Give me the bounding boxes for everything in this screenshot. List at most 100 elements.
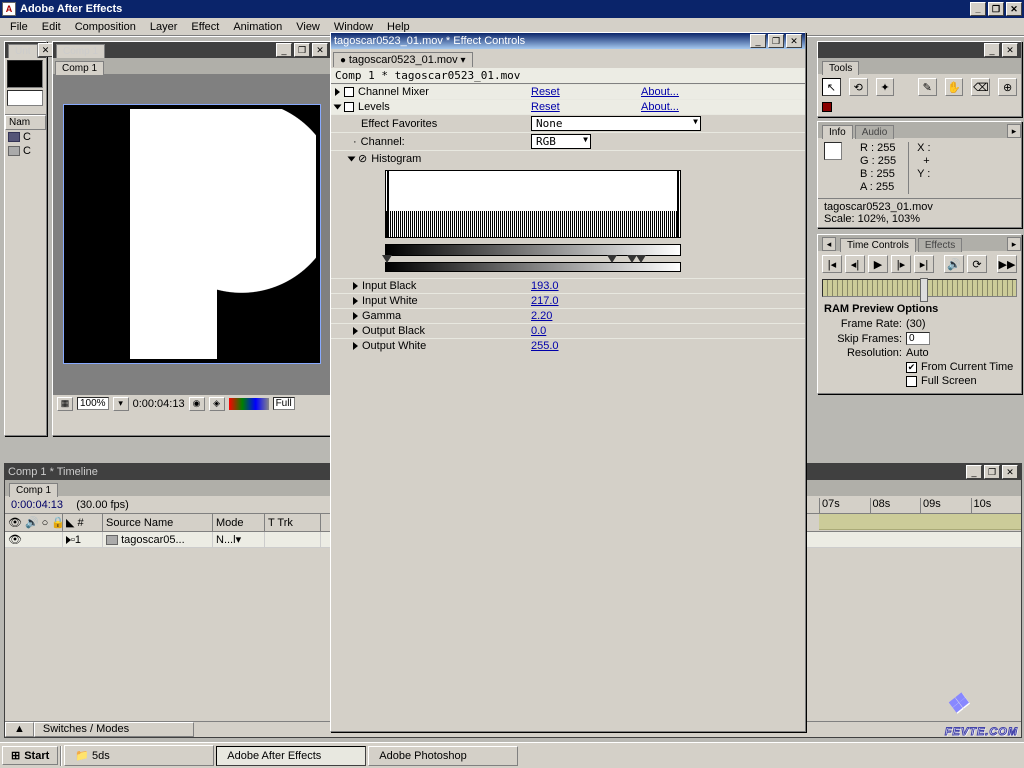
output-gradient[interactable] — [385, 262, 681, 272]
expand-icon[interactable] — [353, 312, 358, 320]
zoom-dropdown[interactable]: 100% — [77, 397, 109, 410]
reset-link[interactable]: Reset — [531, 101, 641, 113]
audio-icon[interactable]: 🔊 — [944, 255, 964, 273]
start-button[interactable]: ⊞Start — [2, 746, 58, 765]
col-trk[interactable]: T Trk — [265, 514, 321, 531]
ram-preview-icon[interactable]: ▶▶ — [997, 255, 1017, 273]
panel-menu-icon[interactable]: ▸ — [1007, 124, 1021, 138]
expand-icon[interactable] — [66, 536, 71, 544]
timeline-timecode[interactable]: 0:00:04:13 — [11, 499, 63, 511]
menu-edit[interactable]: Edit — [36, 19, 67, 35]
project-item[interactable]: C — [5, 144, 46, 158]
about-link[interactable]: About... — [641, 86, 805, 98]
full-screen-checkbox[interactable] — [906, 376, 917, 387]
output-black-value[interactable]: 0.0 — [531, 325, 641, 337]
video-visible-icon[interactable]: 👁 — [8, 533, 22, 546]
tools-close-icon[interactable]: ✕ — [1002, 43, 1018, 57]
comp-close-button[interactable]: ✕ — [312, 43, 328, 57]
maximize-button[interactable]: ❐ — [988, 2, 1004, 16]
safe-zones-icon[interactable]: ▦ — [57, 397, 73, 411]
fx-layer-tab[interactable]: ● tagoscar0523_01.mov ▾ — [333, 52, 473, 67]
rotate-tool-icon[interactable]: ⟲ — [849, 78, 868, 96]
eraser-tool-icon[interactable]: ⌫ — [971, 78, 990, 96]
audio-toggle-icon[interactable]: 🔊 — [25, 516, 39, 529]
expand-icon[interactable] — [353, 282, 358, 290]
expand-icon[interactable] — [353, 297, 358, 305]
skip-frames-input[interactable]: 0 — [906, 332, 930, 345]
input-black-slider[interactable] — [607, 255, 617, 263]
comp-max-button[interactable]: ❐ — [294, 43, 310, 57]
col-source[interactable]: Source Name — [103, 514, 213, 531]
expand-icon[interactable] — [353, 327, 358, 335]
color-swatch[interactable] — [822, 102, 832, 112]
comp-tab[interactable]: Comp 1 — [56, 44, 105, 58]
selection-tool-icon[interactable]: ↖ — [822, 78, 841, 96]
expand-icon[interactable] — [353, 342, 358, 350]
grid-icon[interactable]: ▾ — [113, 397, 129, 411]
zoom-out-icon[interactable]: ▲ — [5, 722, 34, 737]
effect-channel-mixer[interactable]: Channel Mixer — [358, 86, 429, 98]
quality-dropdown[interactable]: Full — [273, 397, 295, 410]
histogram[interactable] — [385, 170, 681, 272]
play-icon[interactable]: ▶ — [868, 255, 888, 273]
time-ruler[interactable]: 07s 08s 09s 10s — [819, 498, 1021, 514]
next-frame-icon[interactable]: |▸ — [891, 255, 911, 273]
gamma-value[interactable]: 2.20 — [531, 310, 641, 322]
fx-enable-checkbox[interactable] — [344, 102, 354, 112]
tab-effects[interactable]: Effects — [918, 238, 962, 252]
av-toggle-icon[interactable]: 👁 — [8, 516, 22, 529]
fx-max-button[interactable]: ❐ — [768, 34, 784, 48]
comp-inner-tab[interactable]: Comp 1 — [55, 61, 104, 75]
about-link[interactable]: About... — [641, 101, 805, 113]
layer-mode[interactable]: N...l — [216, 534, 236, 546]
project-col-name[interactable]: Nam — [5, 115, 46, 130]
expand-icon[interactable] — [348, 156, 356, 161]
prev-frame-icon[interactable]: ◂| — [845, 255, 865, 273]
fx-enable-checkbox[interactable] — [344, 87, 354, 97]
resolution-dropdown[interactable]: Auto — [906, 347, 929, 359]
tools-min-icon[interactable]: _ — [984, 43, 1000, 57]
pen-tool-icon[interactable]: ✎ — [918, 78, 937, 96]
project-item[interactable]: C — [5, 130, 46, 144]
pan-behind-icon[interactable]: ⊕ — [998, 78, 1017, 96]
menu-composition[interactable]: Composition — [69, 19, 142, 35]
timeline-scrollbar[interactable] — [825, 721, 1021, 737]
taskbar-ae[interactable]: Adobe After Effects — [216, 746, 366, 766]
menu-effect[interactable]: Effect — [185, 19, 225, 35]
frame-rate-dropdown[interactable]: (30) — [906, 318, 926, 330]
favorites-dropdown[interactable]: None — [531, 116, 701, 131]
timeline-tab[interactable]: Comp 1 — [9, 483, 58, 497]
channel-buttons[interactable] — [229, 398, 269, 410]
close-button[interactable]: ✕ — [1006, 2, 1022, 16]
input-gradient[interactable] — [385, 244, 681, 256]
col-mode[interactable]: Mode — [213, 514, 265, 531]
solo-toggle-icon[interactable]: ○ — [42, 517, 49, 529]
tools-tab[interactable]: Tools — [822, 61, 859, 75]
timeline-close-button[interactable]: ✕ — [1002, 465, 1018, 479]
comp-canvas[interactable] — [53, 74, 331, 394]
expand-icon[interactable] — [334, 105, 342, 110]
last-frame-icon[interactable]: ▸| — [914, 255, 934, 273]
expand-icon[interactable] — [335, 88, 340, 96]
jog-shuttle[interactable] — [822, 279, 1017, 297]
input-black-value[interactable]: 193.0 — [531, 280, 641, 292]
reset-link[interactable]: Reset — [531, 86, 641, 98]
fx-close-button[interactable]: ✕ — [786, 34, 802, 48]
effect-levels[interactable]: Levels — [358, 101, 390, 113]
shy-icon[interactable]: ◣ — [66, 516, 74, 529]
output-white-value[interactable]: 255.0 — [531, 340, 641, 352]
menu-view[interactable]: View — [290, 19, 326, 35]
input-white-value[interactable]: 217.0 — [531, 295, 641, 307]
timecode-display[interactable]: 0:00:04:13 — [133, 398, 185, 410]
tc-menu-icon[interactable]: ▸ — [1007, 237, 1021, 251]
minimize-button[interactable]: _ — [970, 2, 986, 16]
show-snapshot-icon[interactable]: ◈ — [209, 397, 225, 411]
tab-info[interactable]: Info — [822, 125, 853, 139]
tc-prev-icon[interactable]: ◂ — [822, 237, 836, 251]
switches-modes-toggle[interactable]: Switches / Modes — [34, 722, 194, 737]
layer-track-bar[interactable] — [819, 514, 1021, 530]
tab-time-controls[interactable]: Time Controls — [840, 238, 916, 252]
menu-layer[interactable]: Layer — [144, 19, 184, 35]
menu-file[interactable]: File — [4, 19, 34, 35]
taskbar-ps[interactable]: Adobe Photoshop — [368, 746, 518, 766]
